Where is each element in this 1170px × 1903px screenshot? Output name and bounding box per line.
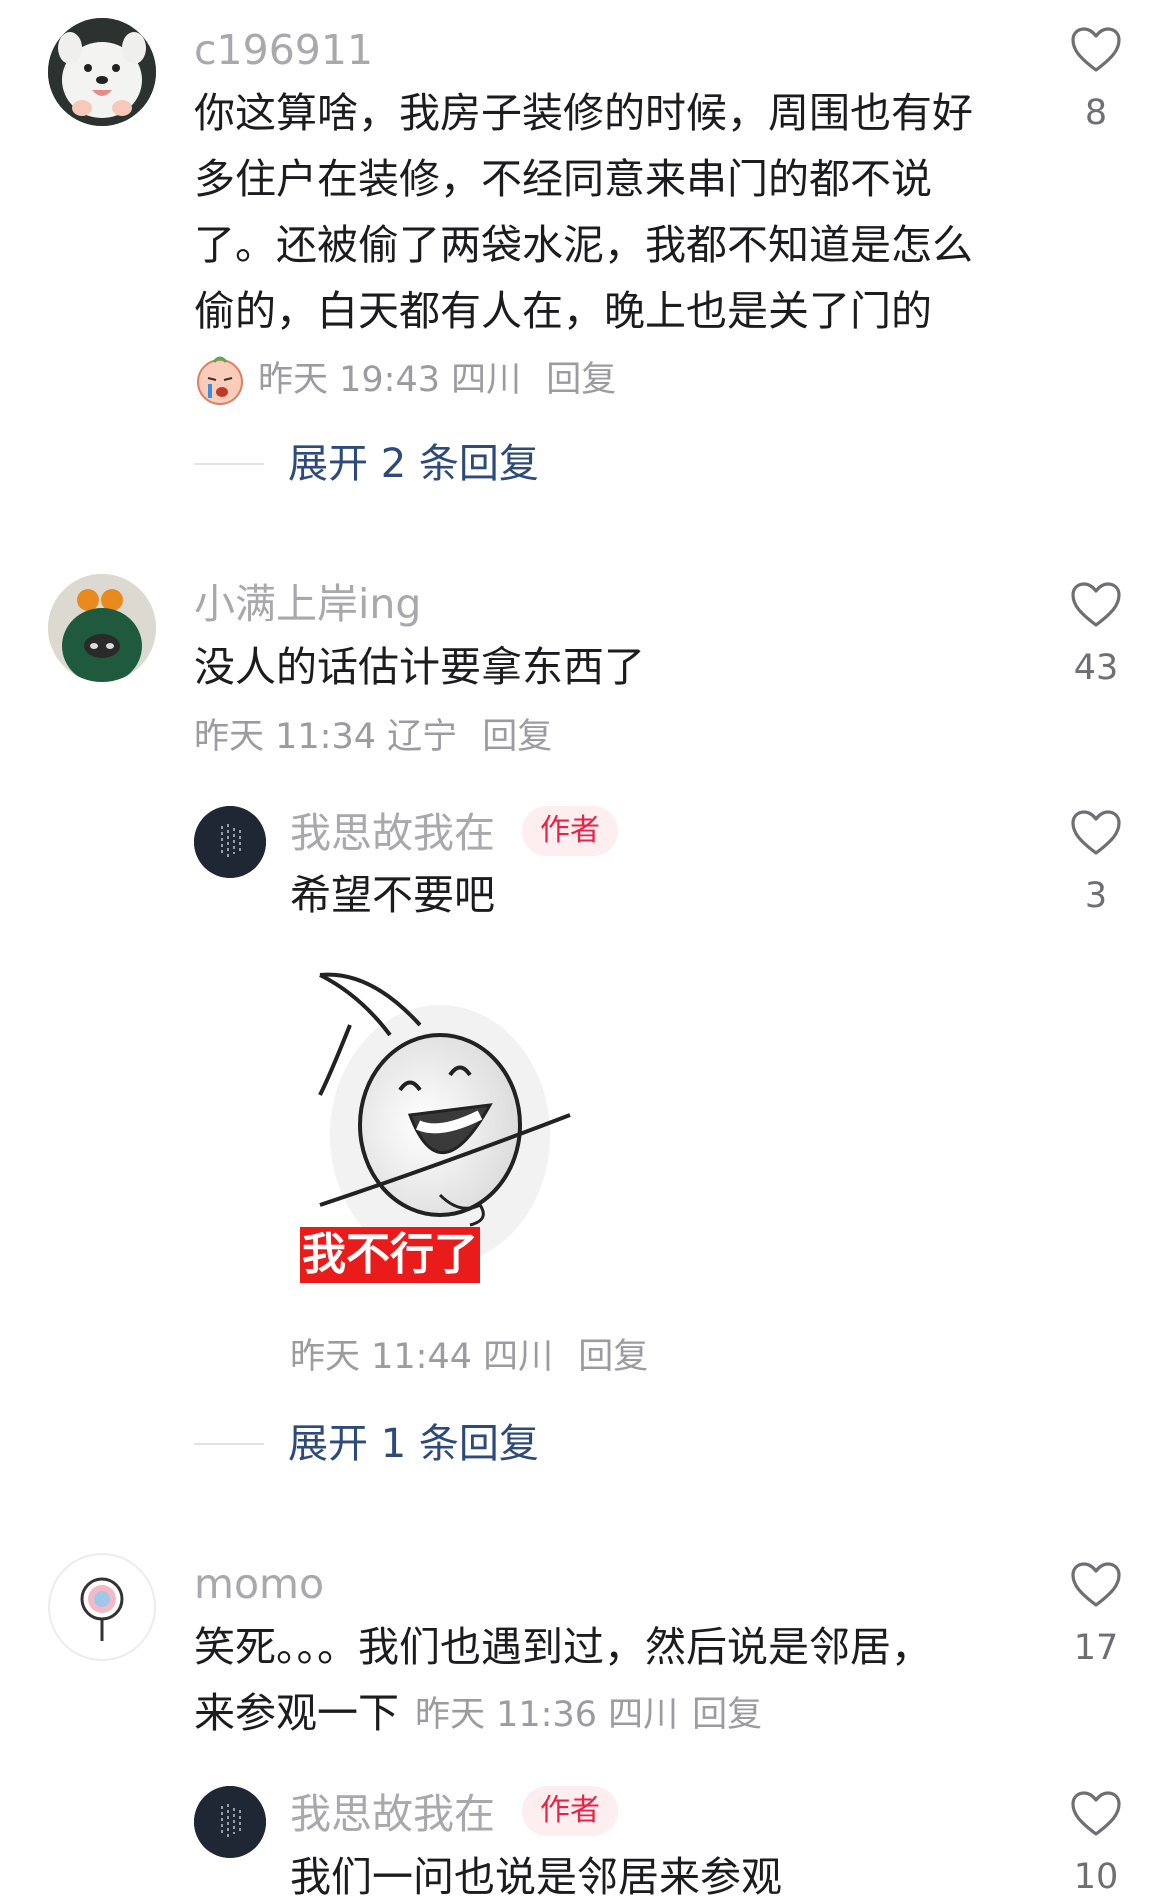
like-button[interactable] — [1066, 1555, 1126, 1615]
comment-text-tail: 来参观一下 — [194, 1689, 399, 1737]
like-count: 3 — [1084, 876, 1108, 916]
expand-replies-button[interactable]: 展开 2 条回复 — [288, 444, 539, 484]
comment-location: 四川 — [608, 1695, 679, 1735]
comment-text-line: 笑死。。。我们也遇到过，然后说是邻居， — [194, 1623, 932, 1671]
calligraphy-avatar-icon — [194, 1786, 266, 1858]
user-avatar[interactable] — [48, 1553, 156, 1661]
comment-location: 四川 — [451, 360, 522, 400]
heart-icon — [1071, 1562, 1121, 1607]
crying-face-emoji-icon — [194, 354, 246, 406]
comment-username[interactable]: momo — [194, 1564, 324, 1605]
reply-meta: 昨天 11:44 四川 回复 — [290, 1340, 648, 1375]
sticker-caption: 我不行了 — [302, 1229, 478, 1280]
reply-location: 四川 — [483, 1337, 554, 1377]
reply-text: 我们一问也说是邻居来参观 — [290, 1853, 782, 1901]
reply-button[interactable]: 回复 — [482, 717, 552, 757]
heart-icon — [1071, 27, 1121, 72]
user-avatar[interactable] — [48, 18, 156, 126]
like-count: 10 — [1073, 1857, 1119, 1897]
expand-replies-button[interactable]: 展开 1 条回复 — [288, 1424, 539, 1464]
like-count: 43 — [1073, 648, 1119, 688]
like-button[interactable] — [1066, 575, 1126, 635]
heart-icon — [1071, 582, 1121, 627]
lollipop-avatar-icon — [80, 1577, 124, 1641]
reply-button[interactable]: 回复 — [546, 360, 616, 400]
divider — [194, 1443, 264, 1445]
heart-icon — [1071, 810, 1121, 855]
sticker-banner: 我不行了 — [300, 1227, 480, 1283]
author-avatar[interactable] — [194, 806, 266, 878]
author-badge: 作者 — [522, 1786, 618, 1836]
like-count: 8 — [1084, 93, 1108, 133]
reply-username[interactable]: 我思故我在 — [290, 813, 495, 854]
like-button[interactable] — [1066, 803, 1126, 863]
reply-button[interactable]: 回复 — [692, 1695, 762, 1735]
like-button[interactable] — [1066, 20, 1126, 80]
comment-meta: 昨天 11:34 辽宁 回复 — [194, 720, 552, 755]
comment-text-line: 多住户在装修，不经同意来串门的都不说 — [194, 155, 932, 203]
comment-username[interactable]: c196911 — [194, 30, 373, 71]
reply-time: 昨天 11:44 — [290, 1337, 472, 1377]
comment-location: 辽宁 — [387, 717, 458, 757]
author-badge: 作者 — [522, 806, 618, 856]
divider — [194, 463, 264, 465]
reply-username[interactable]: 我思故我在 — [290, 1794, 495, 1835]
comment-username[interactable]: 小满上岸ing — [194, 584, 421, 625]
samoyed-dog-avatar-icon — [48, 18, 156, 126]
user-avatar[interactable] — [48, 574, 156, 682]
author-avatar[interactable] — [194, 1786, 266, 1858]
calligraphy-avatar-icon — [194, 806, 266, 878]
comment-text-line: 来参观一下 昨天 11:36 四川 回复 — [194, 1680, 762, 1746]
reply-text: 希望不要吧 — [290, 871, 495, 919]
comment-meta: 昨天 19:43 四川 回复 — [258, 363, 616, 398]
comment-text-line: 偷的，白天都有人在，晚上也是关了门的 — [194, 287, 932, 335]
comment-time: 昨天 11:36 — [415, 1695, 597, 1735]
like-button[interactable] — [1066, 1784, 1126, 1844]
comment-text-line: 你这算啥，我房子装修的时候，周围也有好 — [194, 89, 973, 137]
reply-button[interactable]: 回复 — [578, 1337, 648, 1377]
like-count: 17 — [1073, 1628, 1119, 1668]
sticker-image[interactable]: 我不行了 — [290, 965, 650, 1320]
comment-text: 没人的话估计要拿东西了 — [194, 643, 645, 691]
comment-text-line: 了。还被偷了两袋水泥，我都不知道是怎么 — [194, 221, 973, 269]
comment-time: 昨天 11:34 — [194, 717, 376, 757]
comment-time: 昨天 19:43 — [258, 360, 440, 400]
heart-icon — [1071, 1791, 1121, 1836]
comment-meta: 昨天 11:36 四川 回复 — [415, 1695, 762, 1735]
green-hood-avatar-icon — [48, 574, 156, 682]
